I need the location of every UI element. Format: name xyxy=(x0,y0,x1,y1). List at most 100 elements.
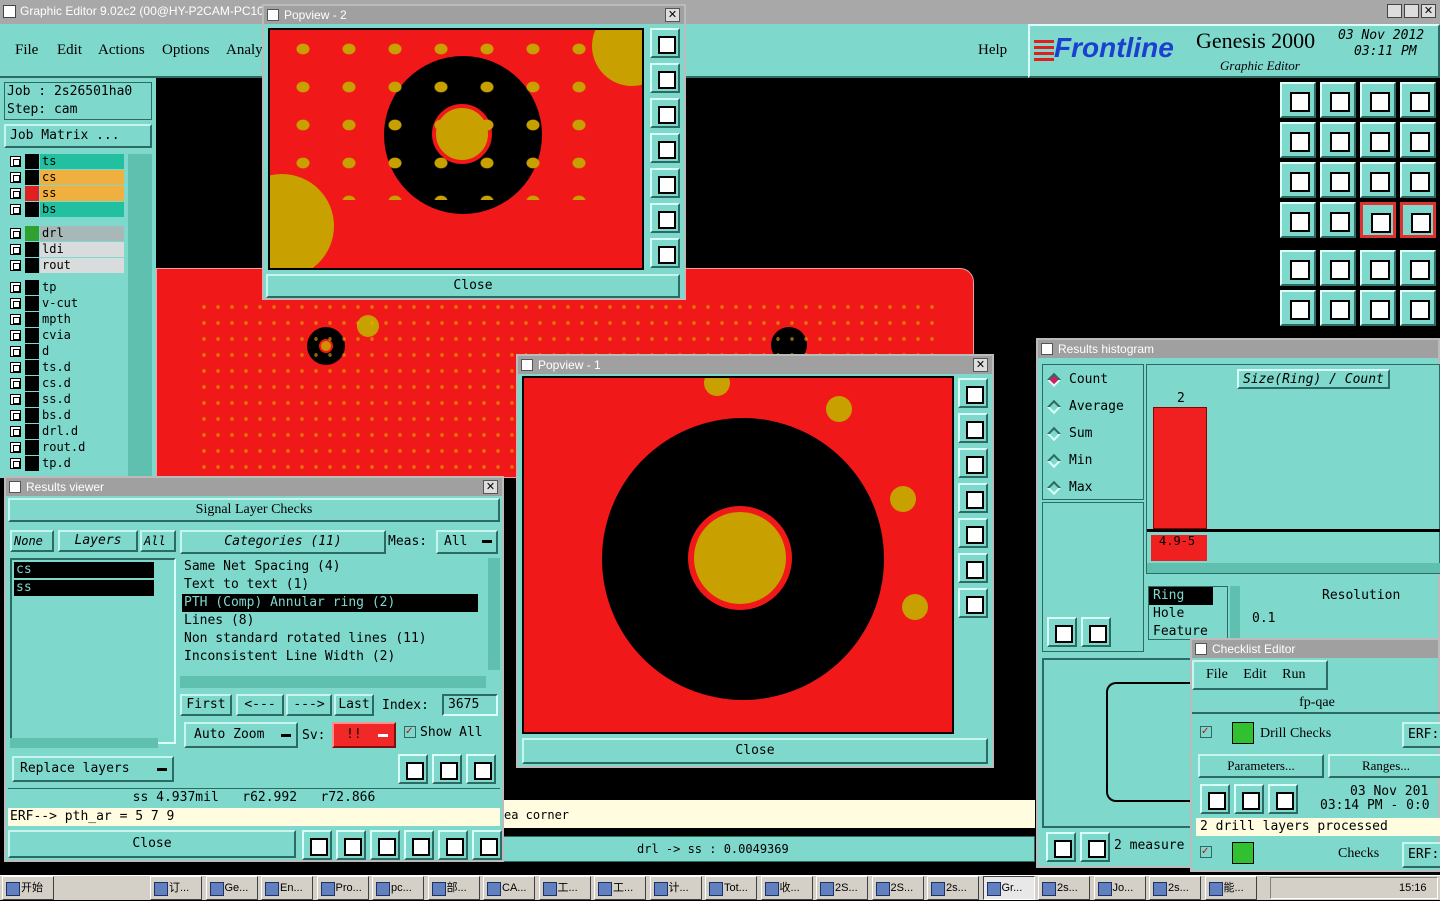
check2-checkbox[interactable]: ✓ xyxy=(1200,846,1212,858)
checklist-menu-run[interactable]: Run xyxy=(1282,667,1305,682)
result-layer-ss[interactable]: ss xyxy=(14,580,154,596)
toolbar-button[interactable] xyxy=(1400,290,1436,326)
result-layer-cs[interactable]: cs xyxy=(14,562,154,578)
layer-row-d[interactable]: d xyxy=(8,344,124,359)
layer-checkbox[interactable] xyxy=(10,188,21,199)
category-list[interactable]: Same Net Spacing (4) Text to text (1) PTH … xyxy=(180,558,490,670)
replace-layers-select[interactable]: Replace layers xyxy=(12,756,174,782)
layer-checkbox[interactable] xyxy=(10,314,21,325)
close-icon[interactable]: ✕ xyxy=(483,480,498,494)
check1-erf[interactable]: ERF: xyxy=(1402,722,1440,748)
category-item[interactable]: Text to text (1) xyxy=(184,576,490,594)
layer-row-cs.d[interactable]: cs.d xyxy=(8,376,124,391)
view-tool-button[interactable] xyxy=(650,168,680,198)
taskbar-item[interactable]: 2S... xyxy=(871,876,924,900)
layer-checkbox[interactable] xyxy=(10,260,21,271)
toolbar-button[interactable] xyxy=(1280,290,1316,326)
toolbar-button[interactable] xyxy=(1280,250,1316,286)
taskbar-item[interactable]: Jo... xyxy=(1093,876,1146,900)
layer-row-v-cut[interactable]: v-cut xyxy=(8,296,124,311)
check2-erf[interactable]: ERF: xyxy=(1402,842,1440,868)
delete-button[interactable] xyxy=(1046,832,1076,862)
delete-button[interactable] xyxy=(1047,617,1077,647)
toolbar-button[interactable] xyxy=(1400,250,1436,286)
view-tool-button[interactable] xyxy=(650,238,680,268)
toolbar-button[interactable] xyxy=(1400,162,1436,198)
layer-row-tp[interactable]: tp xyxy=(8,280,124,295)
toolbar-button[interactable] xyxy=(1280,162,1316,198)
layer-scrollbar[interactable] xyxy=(128,154,152,478)
layer-checkbox[interactable] xyxy=(10,228,21,239)
view-tool-button[interactable] xyxy=(650,133,680,163)
toolbar-button[interactable] xyxy=(1280,82,1316,118)
toolbar-button[interactable] xyxy=(1280,122,1316,158)
taskbar-item[interactable]: En... xyxy=(261,876,313,900)
toolbar-button[interactable] xyxy=(1280,202,1316,238)
layer-checkbox[interactable] xyxy=(10,282,21,293)
layer-results-list[interactable]: cs ss xyxy=(10,558,176,744)
layer-row-mpth[interactable]: mpth xyxy=(8,312,124,327)
checklist-menu-file[interactable]: File xyxy=(1206,667,1228,682)
histogram-bar[interactable] xyxy=(1153,407,1207,529)
layer-row-rout[interactable]: rout xyxy=(8,258,124,273)
taskbar-item[interactable]: Pro... xyxy=(316,876,369,900)
type-list-scrollbar[interactable] xyxy=(1230,586,1240,640)
categories-tab[interactable]: Categories (11) xyxy=(180,530,386,554)
minimize-button[interactable] xyxy=(1387,4,1402,18)
layer-checkbox[interactable] xyxy=(10,204,21,215)
taskbar-item[interactable]: 2S... xyxy=(816,876,868,900)
menu-edit[interactable]: Edit xyxy=(57,42,82,59)
toolbar-button[interactable] xyxy=(1400,82,1436,118)
refresh-button[interactable] xyxy=(432,754,462,784)
toolbar-button[interactable] xyxy=(1320,202,1356,238)
histogram-option-min[interactable]: Min xyxy=(1043,452,1143,472)
layer-row-cvia[interactable]: cvia xyxy=(8,328,124,343)
category-hscrollbar[interactable] xyxy=(180,676,486,688)
resolution-value[interactable]: 0.1 xyxy=(1252,611,1275,626)
layer-row-bs[interactable]: bs xyxy=(8,202,124,217)
run-check-button-3[interactable] xyxy=(1268,784,1298,814)
category-item[interactable]: Lines (8) xyxy=(184,612,490,630)
maximize-button[interactable] xyxy=(1404,4,1419,18)
results-tool-button[interactable] xyxy=(370,830,400,860)
taskbar-item[interactable]: 收... xyxy=(760,876,813,900)
check1-checkbox[interactable]: ✓ xyxy=(1200,726,1212,738)
refresh-button[interactable] xyxy=(1081,617,1111,647)
menu-analysis[interactable]: Analy xyxy=(226,42,263,59)
all-button[interactable]: All xyxy=(140,530,176,552)
histogram-hscrollbar[interactable] xyxy=(1147,563,1440,573)
layer-row-tp.d[interactable]: tp.d xyxy=(8,456,124,471)
category-scrollbar[interactable] xyxy=(488,558,500,670)
layer-checkbox[interactable] xyxy=(10,378,21,389)
view-tool-button[interactable] xyxy=(958,483,988,513)
toolbar-button[interactable] xyxy=(1320,290,1356,326)
refresh-button[interactable] xyxy=(1080,832,1110,862)
layer-row-drl[interactable]: drl xyxy=(8,226,124,241)
taskbar-item[interactable]: 计... xyxy=(649,876,702,900)
results-tool-button[interactable] xyxy=(302,830,332,860)
results-close-button[interactable]: Close xyxy=(8,830,296,858)
layer-row-rout.d[interactable]: rout.d xyxy=(8,440,124,455)
close-icon[interactable]: ✕ xyxy=(973,358,988,372)
undo-button[interactable] xyxy=(466,754,496,784)
run-check-button-2[interactable] xyxy=(1234,784,1264,814)
layer-row-ts.d[interactable]: ts.d xyxy=(8,360,124,375)
next-button[interactable]: ---> xyxy=(286,694,332,716)
layer-row-ts[interactable]: ts xyxy=(8,154,124,169)
parameters-button[interactable]: Parameters... xyxy=(1198,754,1324,778)
results-tool-button[interactable] xyxy=(438,830,468,860)
toolbar-button[interactable] xyxy=(1360,162,1396,198)
layer-checkbox[interactable] xyxy=(10,362,21,373)
layer-checkbox[interactable] xyxy=(10,410,21,421)
layer-checkbox[interactable] xyxy=(10,426,21,437)
layer-row-ss[interactable]: ss xyxy=(8,186,124,201)
last-button[interactable]: Last xyxy=(334,694,374,716)
menu-help[interactable]: Help xyxy=(978,42,1007,59)
first-button[interactable]: First xyxy=(180,694,232,716)
layer-checkbox[interactable] xyxy=(10,172,21,183)
taskbar-item[interactable]: pc... xyxy=(372,876,424,900)
layer-row-cs[interactable]: cs xyxy=(8,170,124,185)
taskbar-item[interactable]: 2s... xyxy=(927,876,979,900)
toolbar-button[interactable] xyxy=(1400,122,1436,158)
layer-checkbox[interactable] xyxy=(10,458,21,469)
